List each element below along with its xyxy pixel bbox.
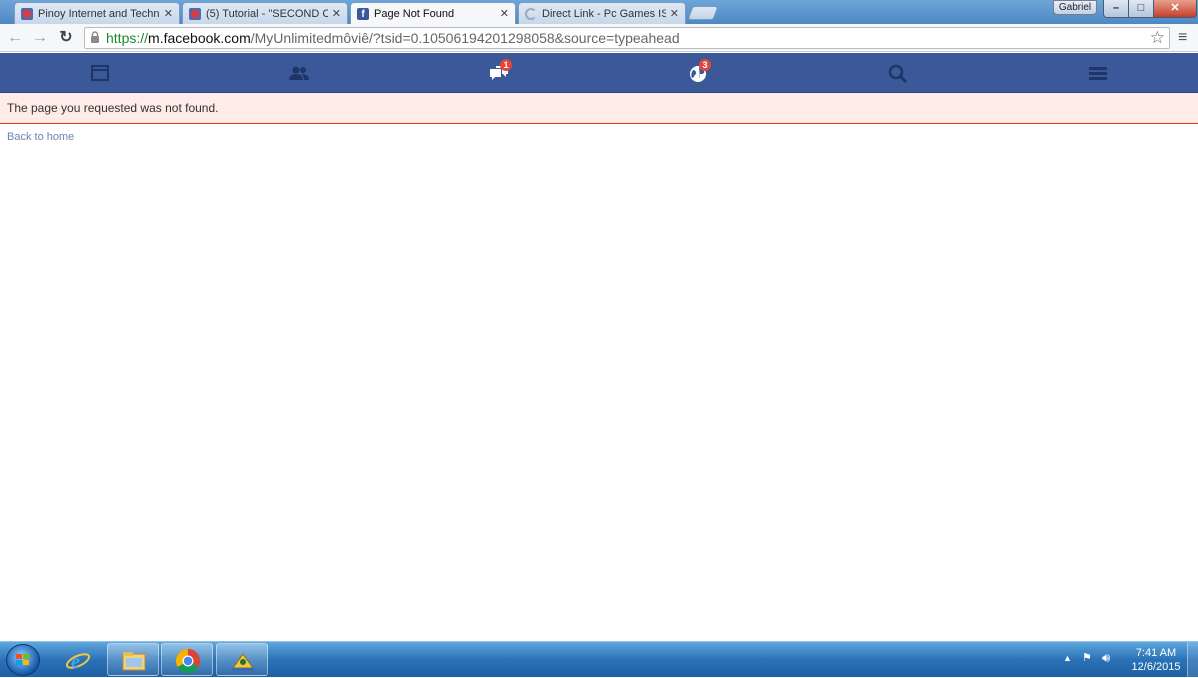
clock-time: 7:41 AM	[1135, 647, 1177, 659]
newsfeed-icon[interactable]	[88, 62, 112, 84]
volume-icon[interactable]: 🔊︎	[1102, 650, 1110, 666]
taskbar-clock[interactable]: 7:41 AM 12/6/2015	[1126, 646, 1186, 674]
tab-tutorial[interactable]: (5) Tutorial - "SECOND CH ✕	[182, 2, 348, 24]
file-explorer-icon	[122, 652, 146, 671]
loading-icon	[525, 7, 537, 20]
reload-icon[interactable]: ↻	[56, 28, 76, 48]
address-bar[interactable]: https://m.facebook.com/MyUnlimitedmôviê/…	[84, 27, 1170, 49]
pinoy-site-icon	[21, 7, 33, 20]
menu-icon[interactable]	[1086, 62, 1110, 84]
url-text: https://m.facebook.com/MyUnlimitedmôviê/…	[106, 30, 680, 46]
show-desktop-button[interactable]	[1187, 642, 1198, 678]
pinoy-site-icon	[189, 7, 201, 20]
friends-icon[interactable]	[287, 62, 311, 84]
facebook-header: 1 3	[0, 53, 1198, 93]
error-message: The page you requested was not found.	[7, 101, 219, 115]
taskbar-network-app[interactable]	[216, 643, 268, 676]
browser-title-bar: Pinoy Internet and Techno ✕ (5) Tutorial…	[0, 0, 1198, 24]
url-scheme: https://	[106, 30, 149, 46]
clock-date: 12/6/2015	[1131, 661, 1181, 673]
taskbar-chrome[interactable]	[161, 643, 213, 676]
browser-toolbar: ← → ↻ https://m.facebook.com/MyUnlimited…	[0, 24, 1198, 52]
back-to-home-link[interactable]: Back to home	[7, 131, 74, 143]
chrome-icon	[175, 649, 201, 674]
internet-explorer-icon: e	[65, 651, 91, 673]
close-icon[interactable]: ✕	[500, 7, 509, 20]
close-icon[interactable]: ✕	[670, 7, 679, 20]
maximize-button[interactable]: □	[1128, 0, 1154, 18]
tab-direct-link[interactable]: Direct Link - Pc Games ISO ✕	[518, 2, 686, 24]
taskbar-internet-explorer[interactable]: e	[52, 643, 104, 676]
messages-icon[interactable]: 1	[487, 59, 512, 84]
forward-arrow-icon[interactable]: →	[30, 28, 50, 48]
close-icon[interactable]: ✕	[332, 7, 341, 20]
chrome-menu-icon[interactable]: ≡	[1178, 29, 1187, 47]
error-banner: The page you requested was not found.	[0, 93, 1198, 124]
tab-label: Page Not Found	[374, 7, 455, 20]
network-app-icon	[232, 653, 254, 671]
url-host: m.facebook.com	[148, 30, 251, 46]
facebook-icon: f	[357, 7, 369, 20]
new-tab-button[interactable]	[687, 6, 719, 20]
tab-label: Pinoy Internet and Techno	[38, 7, 160, 20]
tab-label: (5) Tutorial - "SECOND CH	[206, 7, 328, 20]
windows-logo-icon	[16, 654, 29, 665]
tab-pinoy-internet[interactable]: Pinoy Internet and Techno ✕	[14, 2, 180, 24]
back-arrow-icon[interactable]: ←	[5, 28, 25, 48]
close-icon[interactable]: ✕	[164, 7, 173, 20]
notifications-badge: 3	[699, 59, 711, 71]
action-center-icon[interactable]: ⚑	[1082, 651, 1092, 664]
show-hidden-icons-icon[interactable]: ▲	[1063, 653, 1072, 663]
lock-icon	[90, 31, 100, 46]
search-icon[interactable]	[886, 62, 910, 84]
globe-icon[interactable]: 3	[686, 59, 711, 84]
taskbar-file-explorer[interactable]	[107, 643, 159, 676]
messages-badge: 1	[500, 59, 512, 71]
url-path: /MyUnlimitedmôviê/?tsid=0.10506194201298…	[250, 30, 680, 46]
start-button[interactable]	[6, 644, 40, 676]
minimize-button[interactable]: –	[1103, 0, 1129, 18]
svg-text:e: e	[71, 651, 80, 673]
windows-taskbar: e ▲ ⚑ 🔊︎ 7:41 AM 12/6/2015	[0, 641, 1198, 678]
tab-label: Direct Link - Pc Games ISO	[542, 7, 666, 20]
window-close-button[interactable]: ✕	[1153, 0, 1197, 18]
bookmark-star-icon[interactable]: ☆	[1150, 28, 1165, 48]
tab-page-not-found[interactable]: f Page Not Found ✕	[350, 2, 516, 24]
user-profile-button[interactable]: Gabriel	[1053, 0, 1097, 15]
